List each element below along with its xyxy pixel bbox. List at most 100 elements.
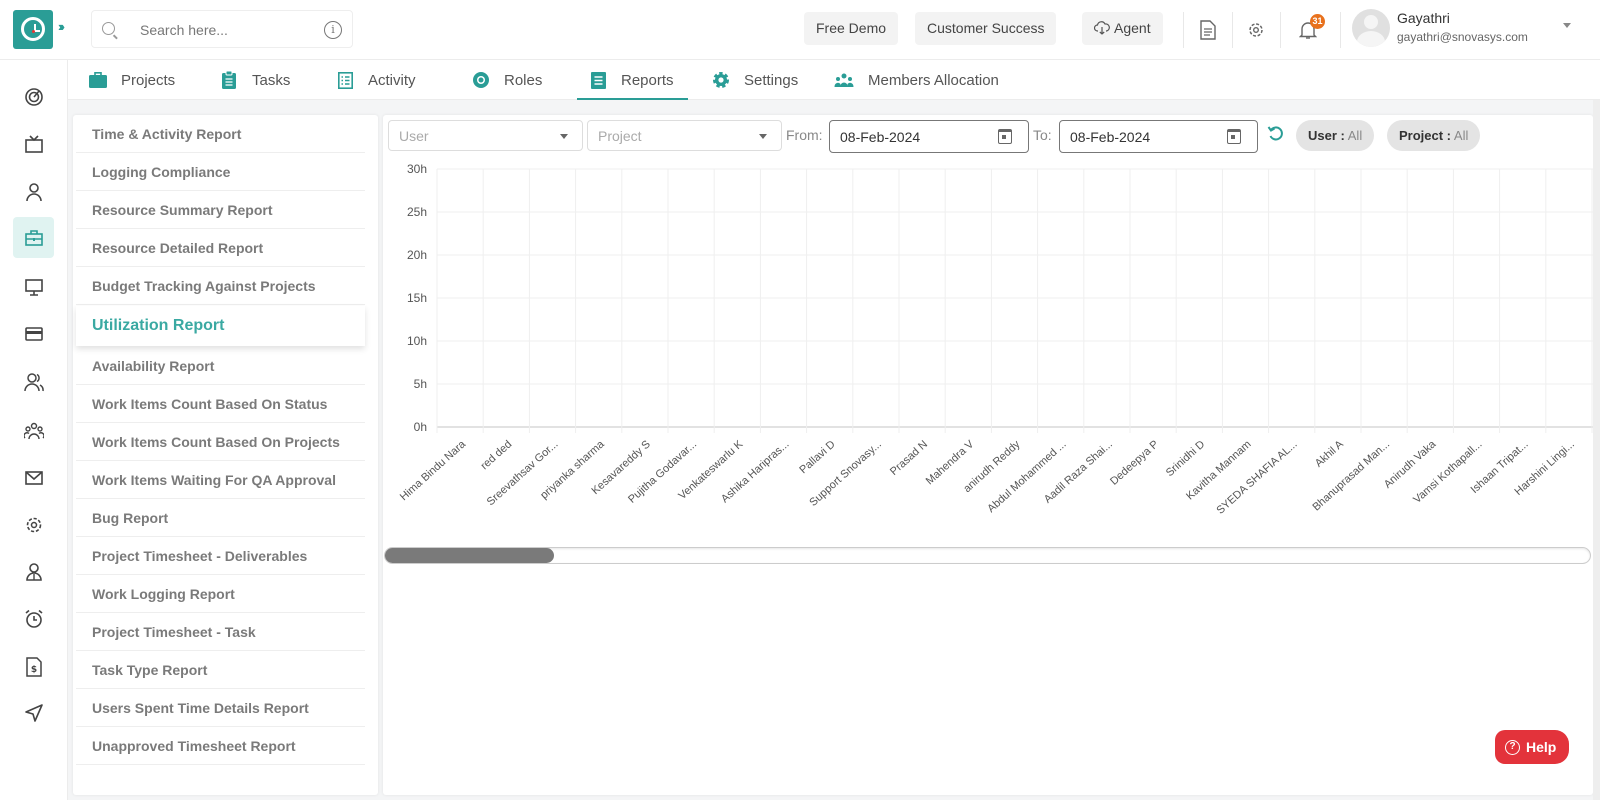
agent-button[interactable]: Agent bbox=[1082, 12, 1163, 45]
team-icon bbox=[23, 422, 44, 439]
tab-tasks[interactable]: Tasks bbox=[220, 60, 290, 100]
list-icon bbox=[336, 71, 354, 89]
help-button[interactable]: ? Help bbox=[1495, 730, 1569, 764]
main-nav-tabs: Projects Tasks Activity Roles Reports Se… bbox=[68, 60, 1600, 100]
rail-item-mail[interactable] bbox=[13, 457, 54, 498]
free-demo-button[interactable]: Free Demo bbox=[804, 12, 899, 45]
report-list-item[interactable]: Unapproved Timesheet Report bbox=[76, 727, 365, 765]
rail-item-invoice[interactable]: $ bbox=[13, 646, 54, 687]
report-list-item[interactable]: Work Items Count Based On Projects bbox=[76, 423, 365, 461]
report-list-item[interactable]: Bug Report bbox=[76, 499, 365, 537]
alarm-clock-icon bbox=[24, 609, 43, 628]
rail-item-projects[interactable] bbox=[13, 217, 54, 258]
user-select[interactable]: User bbox=[388, 120, 583, 151]
mail-icon bbox=[24, 470, 43, 485]
chart-horizontal-scrollbar[interactable] bbox=[384, 547, 1591, 564]
x-tick-label: Pallavi D bbox=[797, 438, 837, 476]
calendar-icon[interactable] bbox=[1227, 129, 1241, 144]
report-list-item[interactable]: Resource Detailed Report bbox=[76, 229, 365, 267]
chip-key: User : bbox=[1308, 128, 1345, 143]
tab-settings[interactable]: Settings bbox=[712, 60, 798, 100]
rail-item-tv[interactable] bbox=[13, 123, 54, 164]
settings-icon bbox=[26, 517, 41, 532]
chevron-down-icon[interactable] bbox=[1563, 23, 1571, 28]
report-list-item[interactable]: Users Spent Time Details Report bbox=[76, 689, 365, 727]
tab-activity[interactable]: Activity bbox=[336, 60, 416, 100]
chevron-down-icon bbox=[560, 134, 568, 139]
customer-success-button[interactable]: Customer Success bbox=[915, 12, 1057, 45]
clipboard-icon bbox=[220, 71, 238, 89]
report-list-item[interactable]: Logging Compliance bbox=[76, 153, 365, 191]
calendar-icon[interactable] bbox=[998, 129, 1012, 144]
rail-item-user[interactable] bbox=[13, 171, 54, 212]
chevron-down-icon bbox=[759, 134, 767, 139]
divider bbox=[1183, 12, 1184, 48]
scrollbar-thumb[interactable] bbox=[385, 548, 554, 563]
rail-item-dashboard[interactable] bbox=[13, 76, 54, 117]
x-tick-label: Prasad N bbox=[888, 438, 930, 478]
report-list-item[interactable]: Availability Report bbox=[76, 347, 365, 385]
reset-icon[interactable] bbox=[1267, 125, 1285, 143]
briefcase-icon bbox=[89, 71, 107, 89]
to-date-input[interactable]: 08-Feb-2024 bbox=[1059, 120, 1258, 153]
rail-item-send[interactable] bbox=[13, 692, 54, 733]
document-icon[interactable] bbox=[1196, 18, 1220, 42]
gear-icon bbox=[712, 71, 730, 89]
rail-item-settings[interactable] bbox=[13, 504, 54, 545]
rail-item-team[interactable] bbox=[13, 410, 54, 451]
rail-item-monitor[interactable] bbox=[13, 266, 54, 307]
report-list-item[interactable]: Work Items Waiting For QA Approval bbox=[76, 461, 365, 499]
chip-value: All bbox=[1347, 128, 1363, 143]
rail-item-employee[interactable] bbox=[13, 551, 54, 592]
rail-item-timer[interactable] bbox=[13, 598, 54, 639]
tab-members-allocation[interactable]: Members Allocation bbox=[834, 60, 999, 100]
x-tick-label: Akhil A bbox=[1313, 438, 1347, 470]
report-list-item[interactable]: Utilization Report bbox=[76, 306, 365, 346]
users-icon bbox=[23, 372, 44, 391]
report-list-item[interactable]: Time & Activity Report bbox=[76, 115, 365, 153]
tab-label: Roles bbox=[504, 71, 543, 89]
employee-icon bbox=[25, 562, 42, 581]
tab-projects[interactable]: Projects bbox=[89, 60, 175, 100]
project-select[interactable]: Project bbox=[587, 120, 782, 151]
card-icon bbox=[24, 326, 43, 341]
invoice-icon: $ bbox=[25, 656, 42, 677]
avatar[interactable] bbox=[1352, 9, 1390, 47]
report-list-item[interactable]: Project Timesheet - Deliverables bbox=[76, 537, 365, 575]
tab-label: Projects bbox=[121, 71, 176, 89]
project-filter-chip[interactable]: Project : All bbox=[1387, 120, 1481, 151]
rail-item-billing[interactable] bbox=[13, 313, 54, 354]
x-tick-label: Dedeepya P bbox=[1108, 438, 1161, 487]
report-list-item[interactable]: Project Timesheet - Task bbox=[76, 613, 365, 651]
y-tick-label: 0h bbox=[414, 420, 427, 434]
search-box: i bbox=[91, 10, 353, 48]
app-logo[interactable] bbox=[13, 10, 53, 49]
monitor-icon bbox=[24, 278, 43, 296]
tab-label: Tasks bbox=[252, 71, 291, 89]
agent-label: Agent bbox=[1114, 20, 1151, 36]
report-list-item[interactable]: Task Type Report bbox=[76, 651, 365, 689]
document-icon bbox=[589, 71, 607, 89]
tab-label: Reports bbox=[621, 71, 674, 89]
icon-sidebar: $ bbox=[0, 60, 68, 800]
tab-roles[interactable]: Roles bbox=[472, 60, 542, 100]
gear-icon[interactable] bbox=[1244, 18, 1268, 42]
chip-value: All bbox=[1453, 128, 1469, 143]
user-email: gayathri@snovasys.com bbox=[1397, 30, 1528, 44]
tab-reports[interactable]: Reports bbox=[577, 60, 687, 100]
report-list-item[interactable]: Work Logging Report bbox=[76, 575, 365, 613]
search-input[interactable] bbox=[140, 19, 310, 41]
divider bbox=[1232, 12, 1233, 48]
briefcase-icon bbox=[24, 229, 43, 246]
info-icon[interactable]: i bbox=[324, 21, 342, 39]
y-tick-label: 20h bbox=[407, 248, 427, 262]
report-list-item[interactable]: Resource Summary Report bbox=[76, 191, 365, 229]
report-list-item[interactable]: Budget Tracking Against Projects bbox=[76, 267, 365, 305]
triple-chevron-right-icon[interactable]: ››› bbox=[58, 19, 65, 34]
report-list-item[interactable]: Work Items Count Based On Status bbox=[76, 385, 365, 423]
tab-label: Activity bbox=[368, 71, 416, 89]
from-date-input[interactable]: 08-Feb-2024 bbox=[829, 120, 1029, 153]
from-label: From: bbox=[786, 127, 823, 143]
user-filter-chip[interactable]: User : All bbox=[1296, 120, 1375, 151]
rail-item-users[interactable] bbox=[13, 361, 54, 402]
